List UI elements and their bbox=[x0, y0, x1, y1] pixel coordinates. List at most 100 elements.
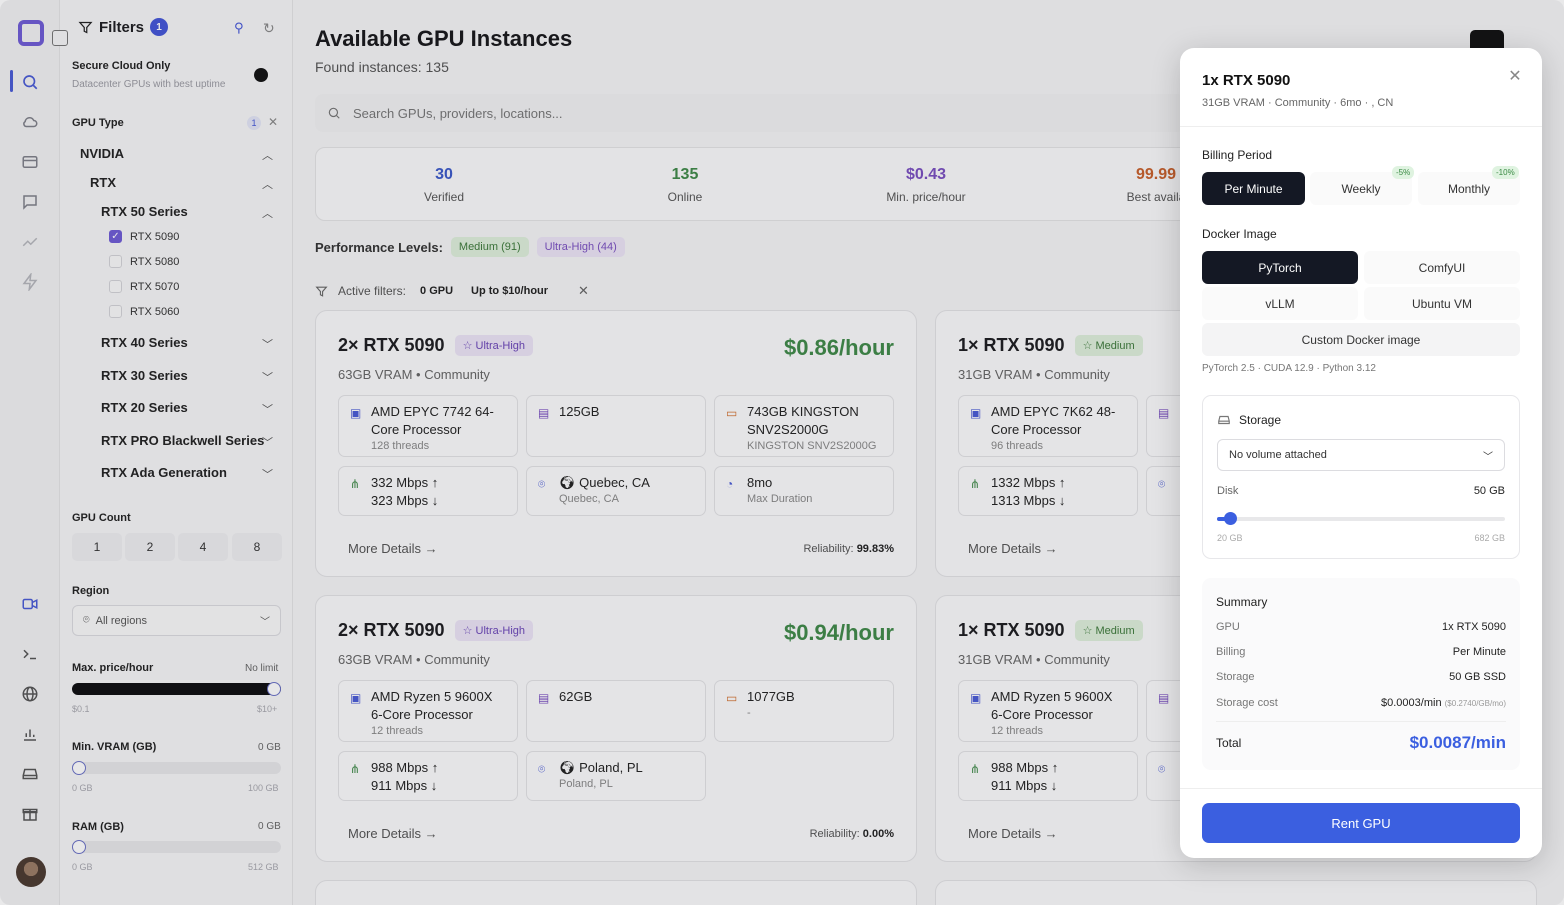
close-icon[interactable]: ✕ bbox=[1506, 66, 1524, 85]
region-value: All regions bbox=[95, 614, 147, 627]
gift-icon[interactable] bbox=[20, 804, 40, 824]
reset-icon[interactable]: ↻ bbox=[263, 20, 275, 37]
more-details-link[interactable]: More Details → bbox=[348, 826, 438, 841]
stat-value: 30 bbox=[435, 166, 453, 183]
chevron-up-icon[interactable]: ︿ bbox=[262, 147, 273, 163]
docker-ubuntu-vm[interactable]: Ubuntu VM bbox=[1364, 287, 1520, 320]
disk-slider-handle[interactable] bbox=[1224, 512, 1238, 525]
drive-icon[interactable] bbox=[20, 764, 40, 784]
storage-box: Storage No volume attached ﹀ Disk 50 GB … bbox=[1202, 395, 1520, 559]
instance-card[interactable]: 2× RTX 5090 ☆ Ultra-High $0.86/hour 63GB… bbox=[315, 310, 917, 577]
clear-filters-icon[interactable]: ✕ bbox=[578, 283, 589, 299]
custom-docker-button[interactable]: Custom Docker image bbox=[1202, 323, 1520, 356]
active-filter-chip[interactable]: Up to $10/hour bbox=[467, 283, 552, 299]
rent-gpu-button[interactable]: Rent GPU bbox=[1202, 803, 1520, 843]
more-details-text: More Details bbox=[968, 826, 1041, 841]
docker-vllm[interactable]: vLLM bbox=[1202, 287, 1358, 320]
more-details-link[interactable]: More Details → bbox=[968, 541, 1058, 556]
card-subtitle: 63GB VRAM • Community bbox=[338, 367, 490, 382]
cpu-threads: 128 threads bbox=[371, 440, 430, 452]
perf-ultra-high-pill[interactable]: Ultra-High (44) bbox=[536, 237, 625, 257]
tree-series-item[interactable]: RTX Ada Generation bbox=[101, 465, 227, 480]
chevron-down-icon[interactable]: ﹀ bbox=[262, 369, 273, 385]
stat-online: 135 Online bbox=[585, 166, 785, 204]
vram-slider-handle[interactable] bbox=[72, 761, 86, 775]
tree-rtx[interactable]: RTX bbox=[90, 175, 116, 190]
tree-series-item[interactable]: RTX 40 Series bbox=[101, 335, 188, 350]
tree-series-item[interactable]: RTX PRO Blackwell Series bbox=[101, 433, 264, 448]
stat-label: Verified bbox=[423, 190, 465, 204]
reliability-value: 0.00% bbox=[862, 828, 894, 840]
ram-max: 512 GB bbox=[248, 862, 279, 872]
gpu-count-option[interactable]: 8 bbox=[232, 533, 282, 561]
filters-badge: 1 bbox=[150, 18, 169, 36]
instance-card[interactable] bbox=[935, 880, 1537, 905]
checkbox-rtx-5080[interactable] bbox=[109, 255, 122, 268]
search-input[interactable]: Search GPUs, providers, locations... bbox=[315, 94, 1185, 132]
ram-value: 0 GB bbox=[258, 821, 281, 832]
trend-icon[interactable] bbox=[20, 232, 40, 252]
disk-icon: ▭ bbox=[726, 691, 738, 705]
reliability-label: Reliability: bbox=[809, 828, 860, 840]
secure-cloud-toggle[interactable] bbox=[254, 68, 268, 82]
chevron-down-icon[interactable]: ﹀ bbox=[262, 434, 273, 450]
video-icon[interactable] bbox=[20, 594, 40, 614]
disk-slider-track[interactable] bbox=[1217, 517, 1505, 521]
location-sub: Quebec, CA bbox=[559, 493, 619, 505]
docker-comfyui[interactable]: ComfyUI bbox=[1364, 251, 1520, 284]
lightning-icon[interactable] bbox=[20, 272, 40, 292]
instance-card[interactable] bbox=[315, 880, 917, 905]
summary-row-billing: Billing Per Minute bbox=[1216, 646, 1506, 658]
instance-card[interactable]: 2× RTX 5090 ☆ Ultra-High $0.94/hour 63GB… bbox=[315, 595, 917, 862]
vram-slider-track[interactable] bbox=[72, 762, 281, 774]
checkbox-rtx-5070[interactable] bbox=[109, 280, 122, 293]
checkbox-rtx-5060[interactable] bbox=[109, 305, 122, 318]
terminal-icon[interactable] bbox=[20, 644, 40, 664]
active-indicator bbox=[10, 70, 13, 92]
cpu-cell: ▣ AMD Ryzen 5 9600X 6-Core Processor 12 … bbox=[338, 680, 518, 742]
chat-icon[interactable] bbox=[20, 192, 40, 212]
volume-select[interactable]: No volume attached ﹀ bbox=[1217, 439, 1505, 471]
tree-rtx-50-series[interactable]: RTX 50 Series bbox=[101, 204, 188, 219]
checkbox-rtx-5090[interactable]: ✓ bbox=[109, 230, 122, 243]
chevron-up-icon[interactable]: ︿ bbox=[262, 205, 273, 221]
cloud-icon[interactable] bbox=[20, 112, 40, 132]
tree-series-item[interactable]: RTX 20 Series bbox=[101, 400, 188, 415]
more-details-link[interactable]: More Details → bbox=[348, 541, 438, 556]
gpu-count-label: GPU Count bbox=[72, 512, 131, 524]
chevron-up-icon[interactable]: ︿ bbox=[262, 176, 273, 192]
storage-label: Storage bbox=[1239, 413, 1282, 427]
panel-toggle-icon[interactable] bbox=[52, 30, 68, 46]
more-details-link[interactable]: More Details → bbox=[968, 826, 1058, 841]
bar-chart-icon[interactable] bbox=[20, 724, 40, 744]
tree-series-item[interactable]: RTX 30 Series bbox=[101, 368, 188, 383]
active-filter-chip[interactable]: 0 GPU bbox=[416, 283, 457, 299]
chevron-down-icon[interactable]: ﹀ bbox=[262, 401, 273, 417]
pin-icon[interactable]: ⚲ bbox=[234, 20, 244, 36]
chevron-down-icon[interactable]: ﹀ bbox=[262, 466, 273, 482]
server-icon[interactable] bbox=[20, 152, 40, 172]
gpu-count-option[interactable]: 2 bbox=[125, 533, 175, 561]
avatar[interactable] bbox=[16, 857, 46, 887]
ram-slider-handle[interactable] bbox=[72, 840, 86, 854]
globe-icon[interactable] bbox=[20, 684, 40, 704]
cpu-threads: 12 threads bbox=[371, 725, 423, 737]
gpu-count-option[interactable]: 1 bbox=[72, 533, 122, 561]
price-slider-handle[interactable] bbox=[267, 682, 281, 696]
model-label: RTX 5090 bbox=[130, 231, 180, 243]
gpu-count-option[interactable]: 4 bbox=[178, 533, 228, 561]
search-icon[interactable] bbox=[20, 72, 40, 92]
tree-nvidia[interactable]: NVIDIA bbox=[80, 146, 124, 161]
vram-label: Min. VRAM (GB) bbox=[72, 741, 157, 753]
net-up: 988 Mbps ↑ bbox=[371, 760, 439, 775]
net-up: 332 Mbps ↑ bbox=[371, 475, 439, 490]
docker-pytorch[interactable]: PyTorch bbox=[1202, 251, 1358, 284]
clear-gpu-type-icon[interactable]: ✕ bbox=[268, 115, 278, 129]
chevron-down-icon[interactable]: ﹀ bbox=[262, 336, 273, 352]
price-slider-track[interactable] bbox=[72, 683, 281, 695]
perf-medium-pill[interactable]: Medium (91) bbox=[450, 237, 529, 257]
ram-slider-track[interactable] bbox=[72, 841, 281, 853]
region-select[interactable]: ⌾ All regions ﹀ bbox=[72, 605, 281, 636]
billing-per-minute[interactable]: Per Minute bbox=[1202, 172, 1305, 205]
filters-panel: Filters 1 ⚲ ↻ Secure Cloud Only Datacent… bbox=[52, 0, 293, 905]
